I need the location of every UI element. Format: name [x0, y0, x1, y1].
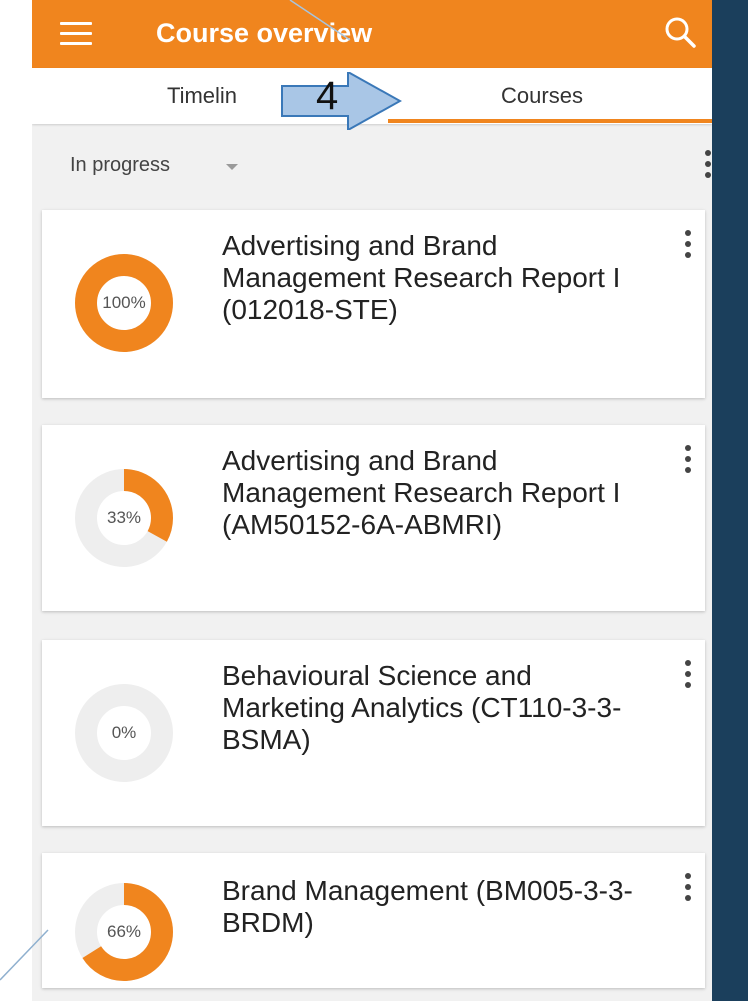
page-title: Course overview	[156, 18, 373, 48]
course-options-icon[interactable]	[684, 873, 692, 905]
slide-edge	[712, 0, 748, 1001]
course-title[interactable]: Advertising and Brand Management Researc…	[222, 445, 642, 541]
progress-label: 100%	[102, 293, 146, 312]
progress-label: 66%	[106, 922, 142, 941]
course-card[interactable]: 66% Brand Management (BM005-3-3-BRDM)	[42, 853, 705, 988]
progress-donut: 33%	[72, 466, 176, 570]
filter-row: In progress	[32, 140, 712, 196]
tab-courses[interactable]: Courses	[372, 68, 712, 124]
progress-label: 0%	[111, 723, 137, 742]
progress-donut: 100%	[72, 251, 176, 355]
progress-label: 33%	[106, 508, 142, 527]
tab-bar: Timelin Courses	[32, 68, 712, 124]
course-card[interactable]: 100% Advertising and Brand Management Res…	[42, 210, 705, 398]
active-tab-indicator	[388, 119, 712, 123]
hamburger-menu-icon[interactable]	[60, 22, 92, 46]
app-bar: Course overview	[32, 0, 712, 68]
course-card[interactable]: 0% Behavioural Science and Marketing Anal…	[42, 640, 705, 826]
course-options-icon[interactable]	[684, 230, 692, 262]
search-icon[interactable]	[662, 14, 698, 50]
chevron-down-icon[interactable]	[226, 164, 238, 170]
course-card[interactable]: 33% Advertising and Brand Management Rese…	[42, 425, 705, 611]
tab-timeline[interactable]: Timelin	[32, 68, 372, 124]
app-screen: Course overview Timelin Courses In progr…	[32, 0, 712, 1001]
more-options-icon[interactable]	[704, 150, 712, 182]
course-title[interactable]: Brand Management (BM005-3-3-BRDM)	[222, 875, 642, 939]
course-title[interactable]: Behavioural Science and Marketing Analyt…	[222, 660, 642, 756]
progress-donut: 66%	[72, 880, 176, 984]
course-title[interactable]: Advertising and Brand Management Researc…	[222, 230, 642, 326]
progress-donut: 0%	[72, 681, 176, 785]
progress-filter-dropdown[interactable]: In progress	[70, 154, 170, 177]
course-options-icon[interactable]	[684, 660, 692, 692]
course-options-icon[interactable]	[684, 445, 692, 477]
